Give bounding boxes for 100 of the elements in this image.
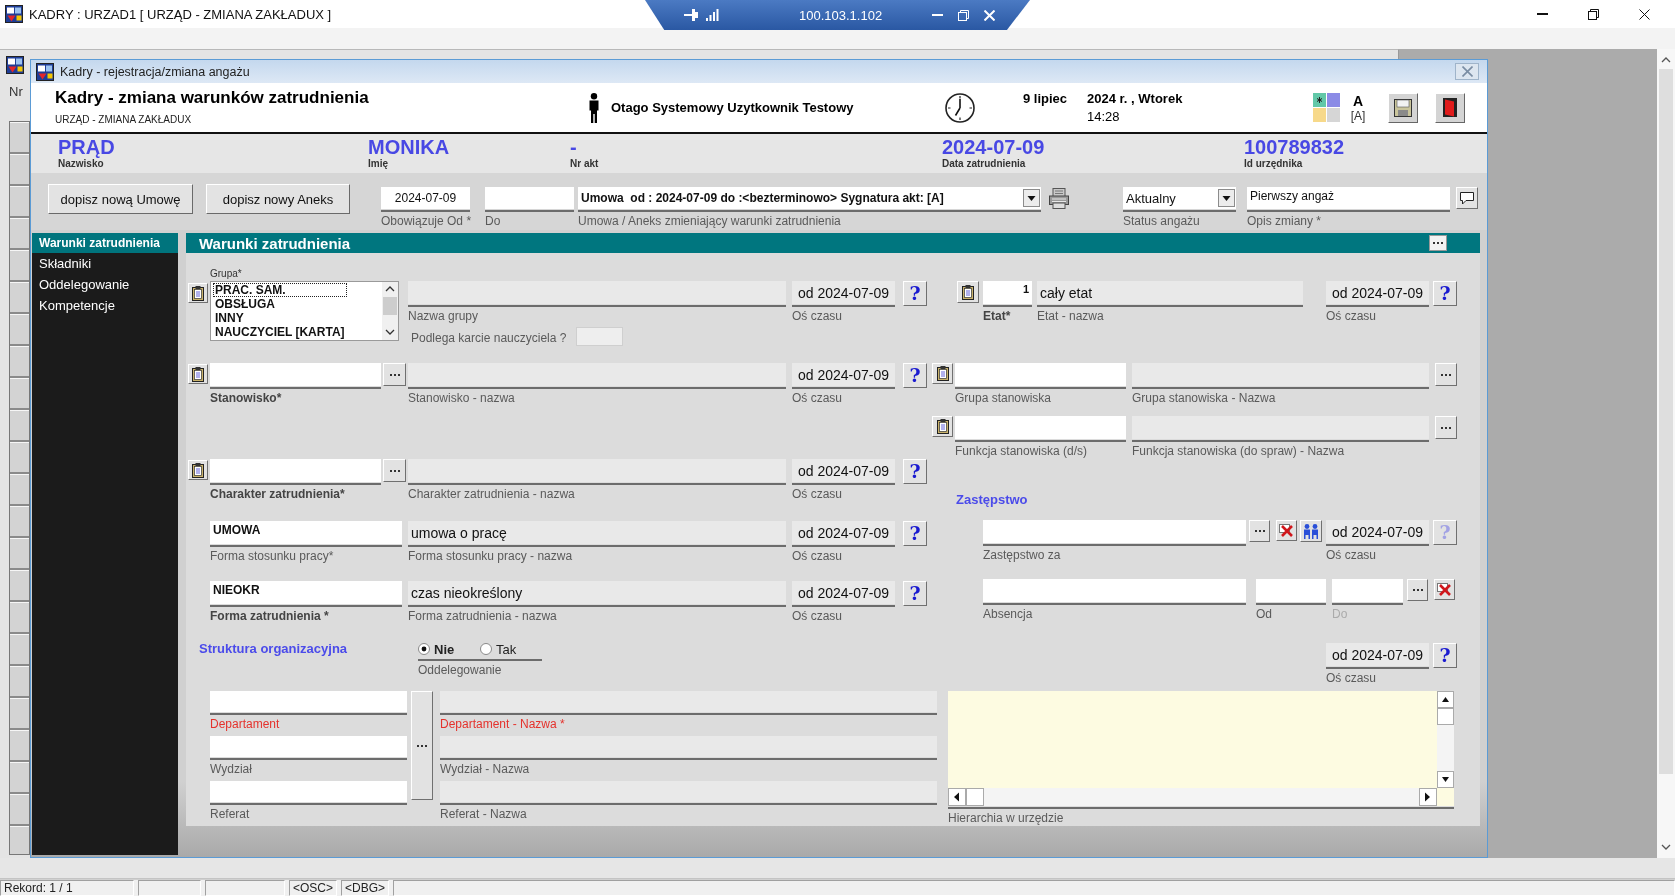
readonly-field[interactable] [440,736,937,757]
input-field[interactable] [1256,579,1326,602]
help-button[interactable]: ? [903,521,927,546]
help-button[interactable]: ? [1433,281,1457,306]
help-button[interactable]: ? [903,363,927,388]
employee-value: - [570,136,577,158]
list-option[interactable]: OBSŁUGA [213,297,347,311]
timeline-button[interactable]: od 2024-07-09 [792,521,895,544]
comment-button[interactable] [1456,187,1478,209]
field-label: Etat* [983,309,1011,323]
readonly-field[interactable]: umowa o pracę [408,521,786,544]
minimize-icon [1537,13,1548,15]
exit-button[interactable] [1435,92,1465,123]
hierarchy-field[interactable] [948,691,1454,806]
readonly-field[interactable]: czas nieokreślony [408,581,786,604]
input-field[interactable] [983,520,1246,543]
clipboard-button[interactable] [932,363,953,384]
help-button[interactable]: ? [903,459,927,484]
readonly-field[interactable] [440,691,937,712]
save-button[interactable] [1388,92,1418,123]
input-field[interactable] [955,363,1126,386]
nav-item[interactable]: Kompetencje [32,295,178,316]
timeline-button[interactable]: od 2024-07-09 [792,363,895,386]
people-button[interactable] [1300,520,1322,542]
close-button[interactable] [1455,63,1479,80]
tile-grid-icon[interactable] [1313,93,1340,122]
row-selector-strip[interactable] [9,121,30,855]
more-button[interactable] [1429,235,1447,251]
lookup-button[interactable] [1407,579,1428,601]
field-label: Opis zmiany * [1247,214,1322,228]
lookup-button[interactable] [1435,363,1457,386]
nav-item[interactable]: Warunki zatrudnienia [32,233,178,253]
timeline-button[interactable]: od 2024-07-09 [792,281,895,304]
input-field[interactable] [955,416,1126,439]
input-field[interactable]: NIEOKR [210,581,402,604]
delete-button[interactable] [1434,579,1455,600]
delete-button[interactable] [1276,520,1297,541]
toolbar-button[interactable]: dopisz nowy Aneks [206,184,350,214]
help-button[interactable]: ? [903,281,927,306]
help-button[interactable]: ? [1433,643,1457,668]
nav-item[interactable]: Oddelegowanie [32,274,178,295]
dropdown[interactable]: Umowa od : 2024-07-09 do :<bezterminowo> Sygnatura akt: [A] [578,187,1041,209]
help-button[interactable]: ? [903,581,927,606]
field-label: Forma stosunku pracy - nazwa [408,549,573,563]
vertical-scrollbar[interactable] [1437,691,1454,788]
input-field[interactable]: 1 [983,281,1032,304]
clipboard-button[interactable] [188,283,208,303]
input-field[interactable] [210,363,381,386]
vertical-scrollbar[interactable] [382,282,398,340]
readonly-field[interactable] [440,781,937,802]
readonly-field[interactable] [576,327,624,346]
pin-icon[interactable] [684,9,698,21]
nav-item[interactable]: Składniki [32,253,178,274]
clipboard-button[interactable] [188,460,208,480]
vertical-scrollbar[interactable] [1657,49,1675,858]
timeline-button[interactable]: od 2024-07-09 [792,459,895,482]
toolbar-button[interactable]: dopisz nową Umowę [48,184,193,214]
input-field[interactable]: UMOWA [210,521,402,544]
input-field[interactable] [210,736,407,757]
date-field[interactable] [485,187,574,209]
clipboard-button[interactable] [957,281,979,303]
horizontal-scrollbar[interactable] [948,788,1437,806]
radio-button[interactable]: Nie [418,641,480,657]
mode-code: [A] [1350,108,1366,123]
timeline-button[interactable]: od 2024-07-09 [1326,281,1429,304]
readonly-field[interactable] [408,459,786,482]
lookup-button[interactable] [383,363,406,386]
employee-label: Nazwisko [58,158,104,170]
input-field[interactable] [1332,579,1403,602]
input-field[interactable] [210,781,407,802]
dropdown[interactable]: Aktualny [1123,187,1236,209]
readonly-field[interactable] [1132,363,1429,386]
field-label: Departament - Nazwa * [440,717,565,731]
printer-icon[interactable] [1048,187,1070,209]
list-option[interactable]: NAUCZYCIEL [KARTA] [213,325,347,339]
list-box[interactable]: PRAC. SAM. OBSŁUGA INNY NAUCZYCIEL [KARTA] [210,281,399,341]
list-option[interactable]: PRAC. SAM. [213,283,347,297]
date-field[interactable]: 2024-07-09 [381,187,470,209]
radio-button[interactable]: Tak [480,641,542,657]
readonly-field[interactable] [408,281,786,304]
input-field[interactable]: Pierwszy angaż [1247,187,1450,209]
list-option[interactable]: INNY [213,311,347,325]
clipboard-button[interactable] [932,416,953,437]
lookup-button[interactable] [1249,520,1270,542]
input-field[interactable] [983,579,1246,602]
timeline-button[interactable]: od 2024-07-09 [1326,520,1429,543]
readonly-field[interactable] [1132,416,1429,439]
lookup-button[interactable] [1435,416,1457,439]
clipboard-button[interactable] [188,364,208,384]
input-field[interactable] [210,459,381,482]
app-icon [36,62,54,81]
readonly-field[interactable] [408,363,786,386]
readonly-field[interactable]: cały etat [1037,281,1303,304]
lookup-button[interactable] [383,459,406,482]
field-label: Oś czasu [1326,309,1376,323]
field-label: Departament [210,717,280,731]
input-field[interactable] [210,691,407,712]
field-label: Od [1256,607,1272,621]
timeline-button[interactable]: od 2024-07-09 [1326,643,1429,666]
timeline-button[interactable]: od 2024-07-09 [792,581,895,604]
